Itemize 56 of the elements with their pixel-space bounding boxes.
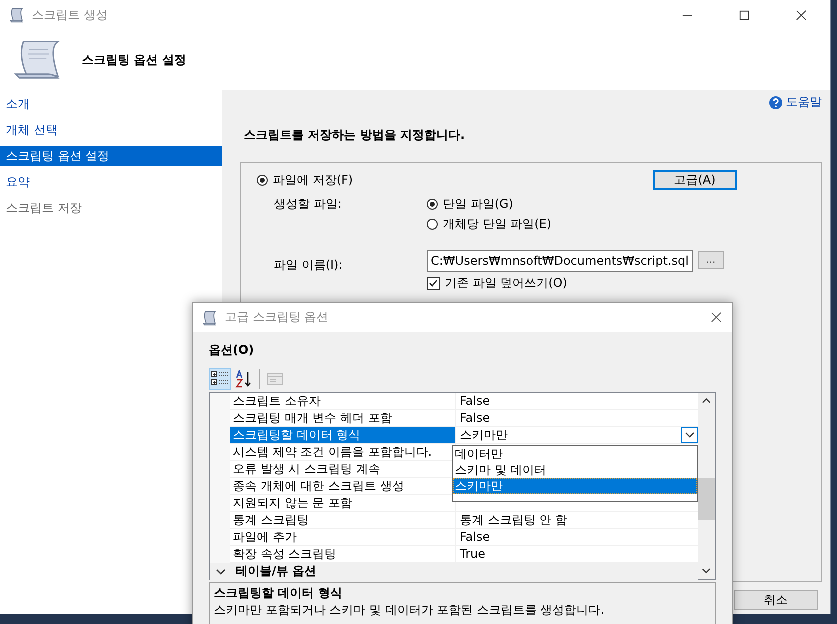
dropdown-option[interactable]: 데이터만: [453, 446, 697, 462]
filename-field[interactable]: C:₩Users₩mnsoft₩Documents₩script.sql: [427, 250, 693, 272]
dropdown-button[interactable]: [681, 427, 698, 443]
radio-label: 단일 파일(G): [443, 196, 514, 213]
dropdown-option[interactable]: 스키마만: [453, 478, 697, 494]
sidebar-item[interactable]: 개체 선택: [0, 120, 222, 140]
property-name[interactable]: 확장 속성 스크립팅: [230, 546, 456, 562]
radio-button[interactable]: [427, 199, 438, 210]
chevron-down-icon: [684, 432, 694, 438]
help-link[interactable]: 도움말: [786, 94, 822, 111]
scroll-icon: [201, 308, 219, 326]
radio-button[interactable]: [257, 174, 268, 186]
dropdown-option[interactable]: 스키마 및 데이터: [453, 462, 697, 478]
field-label: 생성할 파일:: [274, 196, 343, 213]
property-name[interactable]: 통계 스크립팅: [230, 512, 456, 528]
radio-button[interactable]: [427, 219, 438, 230]
cancel-button[interactable]: 취소: [734, 590, 818, 610]
radio-label: 파일에 저장(F): [273, 172, 354, 188]
property-name[interactable]: 스크립트 소유자: [230, 393, 456, 409]
field-label: 파일 이름(I):: [274, 257, 344, 274]
property-name[interactable]: 파일에 추가: [230, 529, 456, 545]
instruction-text: 스크립트를 저장하는 방법을 지정합니다.: [244, 127, 466, 144]
help-icon: [769, 96, 783, 110]
property-value: False: [460, 411, 490, 425]
window-title: 스크립트 생성: [32, 6, 108, 24]
category-label: 테이블/뷰 옵션: [236, 563, 317, 580]
chevron-icon[interactable]: [216, 568, 226, 574]
description-title: 스크립팅할 데이터 형식: [214, 585, 344, 602]
property-name[interactable]: 스크립팅 매개 변수 헤더 포함: [230, 410, 456, 426]
property-value: True: [460, 547, 486, 561]
radio-label: 개체당 단일 파일(E): [443, 216, 552, 233]
scroll-down-icon[interactable]: [702, 568, 711, 574]
scroll-icon: [8, 6, 26, 24]
dialog-title: 고급 스크립팅 옵션: [225, 309, 329, 326]
categorized-button[interactable]: [209, 368, 231, 390]
description-text: 스키마만 포함되거나 스키마 및 데이터가 포함된 스크립트를 생성합니다.: [214, 602, 606, 619]
checkbox[interactable]: [427, 277, 440, 290]
section-label: 옵션(O): [209, 342, 256, 359]
sidebar-item[interactable]: 스크립팅 옵션 설정: [0, 146, 222, 166]
maximize-icon[interactable]: [739, 10, 750, 20]
checkbox-label: 기존 파일 덮어쓰기(O): [445, 275, 568, 292]
browse-button[interactable]: ...: [698, 251, 724, 269]
property-value: False: [460, 530, 490, 544]
property-name[interactable]: 스크립팅할 데이터 형식: [230, 427, 456, 443]
page-title: 스크립팅 옵션 설정: [82, 52, 186, 68]
close-icon[interactable]: [796, 10, 807, 20]
property-value: 스키마만: [460, 426, 508, 444]
property-value: 통계 스크립팅 안 함: [460, 512, 568, 528]
scroll-thumb[interactable]: [698, 478, 715, 520]
property-value: False: [460, 394, 490, 408]
scroll-icon: [14, 38, 62, 82]
sidebar-item[interactable]: 소개: [0, 94, 222, 114]
advanced-button[interactable]: 고급(A): [653, 170, 737, 190]
close-icon[interactable]: [711, 312, 722, 323]
sidebar-item[interactable]: 요약: [0, 172, 222, 192]
scroll-up-icon[interactable]: [702, 398, 711, 404]
